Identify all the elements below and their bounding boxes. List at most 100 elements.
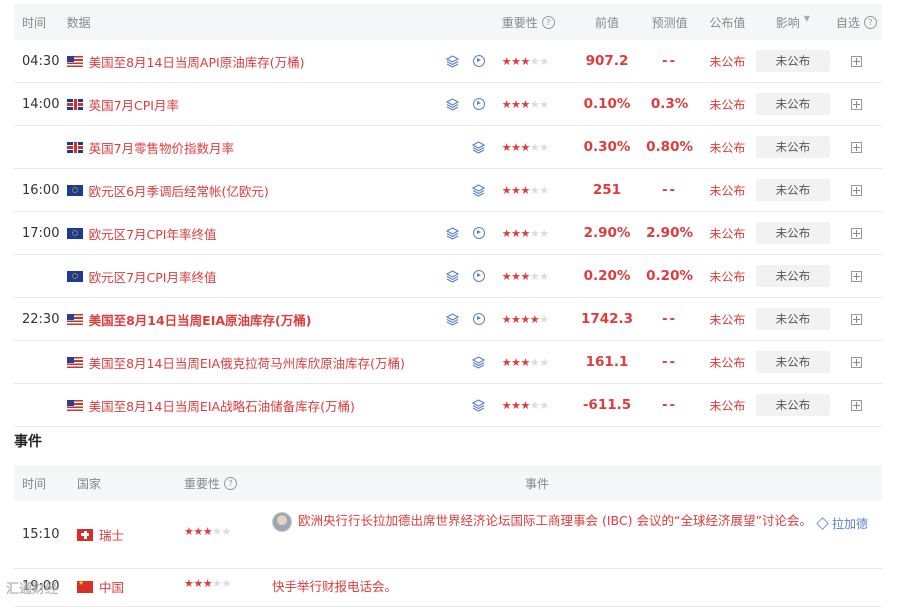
layers-icon[interactable] (446, 54, 460, 68)
star-icon: ★ (520, 398, 530, 412)
star-icon: ★ (539, 54, 549, 68)
layers-icon[interactable] (446, 312, 460, 326)
star-icon: ★ (193, 525, 203, 538)
layers-icon[interactable] (472, 140, 486, 154)
play-icon[interactable] (472, 312, 486, 326)
events-header-importance[interactable]: 重要性? (184, 475, 272, 492)
star-icon: ★ (529, 140, 540, 154)
star-icon: ★ (501, 312, 512, 326)
flag-eu-icon (66, 184, 83, 196)
header-time: 时间 (22, 15, 47, 30)
row-indicator[interactable]: 美国至8月14日当周EIA俄克拉荷马州库欣原油库存(万桶) (66, 353, 442, 372)
add-favorite-icon[interactable] (850, 227, 862, 239)
add-favorite-icon[interactable] (850, 270, 862, 282)
layers-icon[interactable] (446, 269, 460, 283)
indicator-title[interactable]: 欧元区6月季调后经常帐(亿欧元) (89, 181, 269, 200)
add-favorite-icon[interactable] (850, 313, 862, 325)
event-text[interactable]: 快手举行财报电话会。 (272, 577, 812, 597)
play-circle-shape (472, 313, 485, 325)
row-published: 未公布 (709, 54, 746, 69)
play-icon[interactable] (472, 54, 486, 68)
play-icon[interactable] (472, 269, 486, 283)
row-importance: ★★★★★ (494, 356, 575, 369)
row-effect: 未公布 (755, 179, 831, 201)
event-text[interactable]: 欧洲央行行长拉加德出席世界经济论坛国际工商理事会 (IBC) 会议的“全球经济展… (272, 511, 812, 532)
indicator-title[interactable]: 英国7月零售物价指数月率 (89, 138, 234, 157)
row-effect: 未公布 (755, 394, 831, 416)
play-circle-shape (472, 270, 485, 282)
flag-eu-icon (66, 270, 83, 282)
star-icon: ★ (221, 577, 232, 590)
layers-icon[interactable] (446, 226, 460, 240)
help-icon[interactable]: ? (863, 15, 877, 29)
star-icon: ★ (529, 312, 540, 326)
star-icon: ★ (520, 97, 530, 111)
header-data: 数据 (66, 15, 91, 30)
row-icons (441, 54, 494, 68)
event-importance: ★★★★★ (184, 577, 272, 590)
table-row: 14:00 英国7月CPI月率 ★★★★★ 0.10% 0.3% 未公布 未公布 (14, 83, 882, 126)
layers-icon[interactable] (446, 97, 460, 111)
header-favorite[interactable]: 自选? (831, 14, 882, 31)
header-prev: 前值 (594, 15, 619, 30)
row-effect: 未公布 (755, 93, 831, 115)
star-icon: ★ (501, 97, 512, 111)
effect-badge: 未公布 (755, 222, 830, 244)
row-indicator[interactable]: 美国至8月14日当周API原油库存(万桶) (66, 52, 442, 71)
event-content: 欧洲央行行长拉加德出席世界经济论坛国际工商理事会 (IBC) 会议的“全球经济展… (272, 511, 882, 532)
flag-uk-icon (66, 98, 83, 110)
row-indicator[interactable]: 欧元区7月CPI年率终值 (66, 224, 442, 243)
add-favorite-icon[interactable] (850, 98, 862, 110)
flag-cn-icon (77, 579, 93, 593)
table-row: 17:00 欧元区7月CPI年率终值 ★★★★★ 2.90% 2.90% 未公布 未公布 (14, 212, 882, 255)
layers-icon[interactable] (472, 183, 486, 197)
person-name[interactable]: 拉加德 (832, 515, 868, 532)
layers-icon[interactable] (472, 355, 486, 369)
events-header: 时间 国家 重要性? 事件 (14, 465, 882, 501)
flag-uk-icon (66, 141, 83, 153)
header-importance[interactable]: 重要性? (494, 14, 575, 31)
row-forecast: 0.3% (650, 96, 689, 112)
add-favorite-icon[interactable] (850, 356, 862, 368)
indicator-title[interactable]: 美国至8月14日当周API原油库存(万桶) (89, 52, 305, 71)
row-indicator[interactable]: 美国至8月14日当周EIA战略石油储备库存(万桶) (66, 396, 442, 415)
event-description[interactable]: 欧洲央行行长拉加德出席世界经济论坛国际工商理事会 (IBC) 会议的“全球经济展… (298, 513, 812, 528)
row-prev: 907.2 (585, 53, 629, 69)
help-icon[interactable]: ? (224, 476, 238, 490)
star-icon: ★ (529, 398, 540, 412)
effect-badge: 未公布 (755, 50, 830, 72)
indicator-title[interactable]: 美国至8月14日当周EIA俄克拉荷马州库欣原油库存(万桶) (89, 353, 405, 372)
indicator-title[interactable]: 欧元区7月CPI月率终值 (89, 267, 217, 286)
sort-down-icon[interactable]: ▼ (804, 14, 810, 31)
help-icon[interactable]: ? (541, 15, 555, 29)
row-indicator[interactable]: 欧元区6月季调后经常帐(亿欧元) (66, 181, 442, 200)
row-indicator[interactable]: 欧元区7月CPI月率终值 (66, 267, 442, 286)
indicator-title[interactable]: 英国7月CPI月率 (89, 95, 179, 114)
indicator-title[interactable]: 美国至8月14日当周EIA战略石油储备库存(万桶) (89, 396, 355, 415)
layers-icon[interactable] (472, 398, 486, 412)
event-description[interactable]: 快手举行财报电话会。 (272, 579, 397, 594)
play-icon[interactable] (472, 226, 486, 240)
star-icon: ★ (529, 269, 540, 283)
row-effect: 未公布 (755, 265, 831, 287)
header-effect[interactable]: 影响 ▼ (755, 14, 831, 31)
cube-icon (816, 517, 829, 530)
star-icon: ★ (501, 54, 512, 68)
add-favorite-icon[interactable] (850, 55, 862, 67)
row-indicator[interactable]: 英国7月零售物价指数月率 (66, 138, 442, 157)
play-icon[interactable] (472, 97, 486, 111)
add-favorite-icon[interactable] (850, 184, 862, 196)
row-indicator[interactable]: 美国至8月14日当周EIA原油库存(万桶) (66, 310, 442, 329)
row-forecast: 0.80% (646, 139, 693, 155)
indicator-title[interactable]: 欧元区7月CPI年率终值 (89, 224, 217, 243)
country-name: 中国 (99, 580, 125, 595)
add-favorite-icon[interactable] (850, 141, 862, 153)
star-icon: ★ (539, 398, 549, 412)
star-icon: ★ (193, 577, 203, 590)
indicator-title[interactable]: 美国至8月14日当周EIA原油库存(万桶) (89, 310, 312, 329)
importance-stars: ★★★★★ (502, 98, 549, 111)
related-person-link[interactable]: 拉加德 (816, 515, 868, 532)
row-indicator[interactable]: 英国7月CPI月率 (66, 95, 442, 114)
flag-us-icon (66, 313, 83, 325)
add-favorite-icon[interactable] (850, 399, 862, 411)
